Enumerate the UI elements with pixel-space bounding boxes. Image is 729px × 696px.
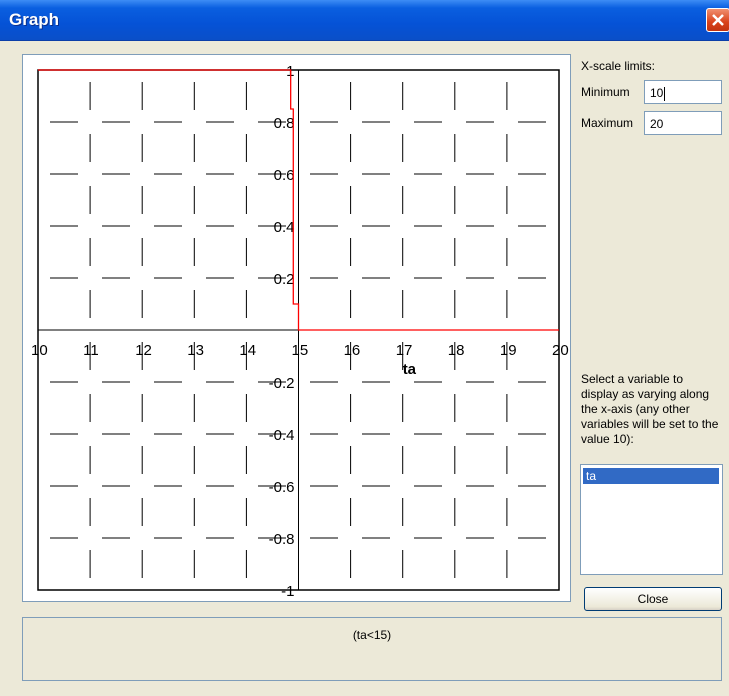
minimum-value: 10	[650, 86, 664, 100]
maximum-label: Maximum	[581, 116, 634, 130]
list-item-ta[interactable]: ta	[583, 468, 719, 484]
y-tick-label: -0.2	[269, 375, 295, 392]
x-axis-label: ta	[403, 361, 417, 378]
y-tick-label: 0.6	[274, 167, 295, 184]
x-tick-label: 14	[239, 342, 256, 359]
x-tick-label: 17	[396, 342, 413, 359]
close-window-button[interactable]	[706, 8, 729, 32]
maximum-input[interactable]: 20	[644, 111, 722, 135]
x-tick-label: 13	[187, 342, 204, 359]
variable-instructions: Select a variable to display as varying …	[581, 372, 719, 446]
y-tick-label: 0.8	[274, 115, 295, 132]
minimum-label: Minimum	[581, 85, 630, 99]
window-title: Graph	[9, 10, 60, 29]
graph-window: Graph 10 11 12 13 14 15 16 17 18 19 20 1 0.8 0.6 0.4 0.…	[0, 0, 729, 696]
y-tick-label: 0.2	[274, 271, 295, 288]
expression-text: (ta<15)	[352, 628, 392, 642]
x-tick-label: 16	[344, 342, 361, 359]
close-button[interactable]: Close	[584, 587, 722, 611]
x-tick-label: 19	[500, 342, 517, 359]
x-tick-label: 20	[552, 342, 569, 359]
graph-area: 10 11 12 13 14 15 16 17 18 19 20 1 0.8 0.6 0.4 0.2 -0.2-…	[22, 54, 571, 602]
minimum-input[interactable]: 10	[644, 80, 722, 104]
y-tick-label: -1	[281, 583, 294, 600]
graph-plot: 10 11 12 13 14 15 16 17 18 19 2010.80.60.40.2-0.2-…	[31, 63, 569, 600]
variable-listbox[interactable]: ta	[580, 464, 723, 575]
x-tick-label: 18	[448, 342, 465, 359]
y-tick-label: -0.4	[269, 427, 295, 444]
x-tick-label: 10	[31, 342, 48, 359]
x-tick-label: 12	[135, 342, 152, 359]
xscale-heading: X-scale limits:	[581, 59, 656, 73]
close-icon	[712, 14, 724, 26]
maximum-value: 20	[650, 117, 664, 131]
expression-panel: (ta<15)	[22, 617, 722, 681]
title-bar[interactable]: Graph	[0, 0, 729, 41]
x-tick-label: 15	[292, 342, 309, 359]
text-caret	[664, 86, 666, 101]
y-tick-label: 0.4	[274, 219, 295, 236]
y-tick-label: -0.6	[269, 479, 295, 496]
x-tick-label: 11	[83, 342, 99, 359]
y-tick-label: -0.8	[269, 531, 295, 548]
